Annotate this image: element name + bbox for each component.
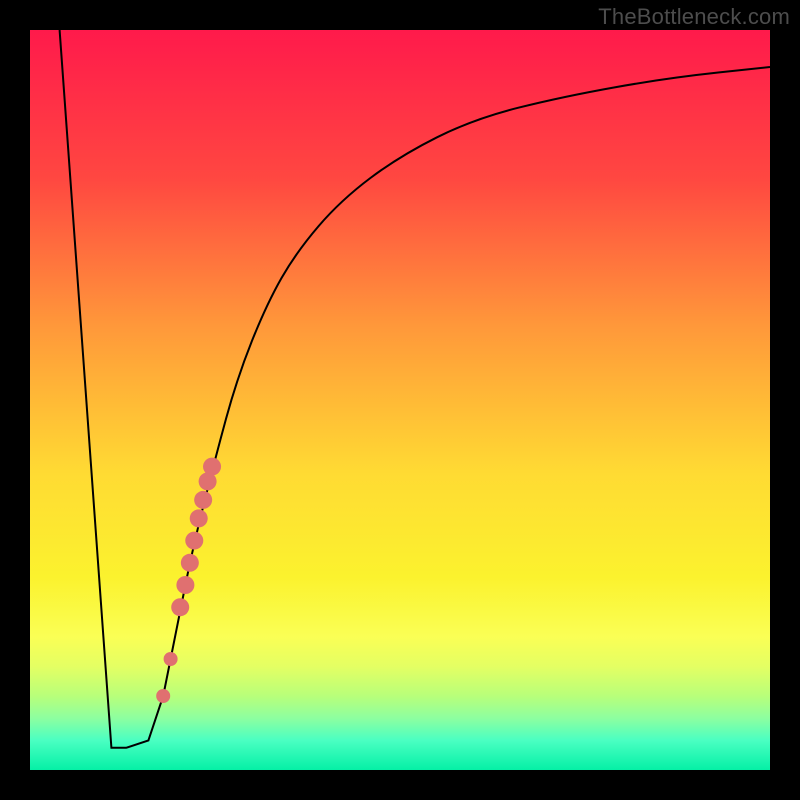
highlight-point — [176, 576, 194, 594]
highlight-point — [190, 509, 208, 527]
attribution-text: TheBottleneck.com — [598, 4, 790, 30]
chart-frame: TheBottleneck.com — [0, 0, 800, 800]
highlight-point — [156, 689, 170, 703]
highlight-point — [171, 598, 189, 616]
bottleneck-chart — [30, 30, 770, 770]
highlight-point — [164, 652, 178, 666]
highlight-point — [194, 491, 212, 509]
highlight-point — [203, 458, 221, 476]
gradient-background — [30, 30, 770, 770]
highlight-point — [185, 532, 203, 550]
highlight-point — [181, 554, 199, 572]
